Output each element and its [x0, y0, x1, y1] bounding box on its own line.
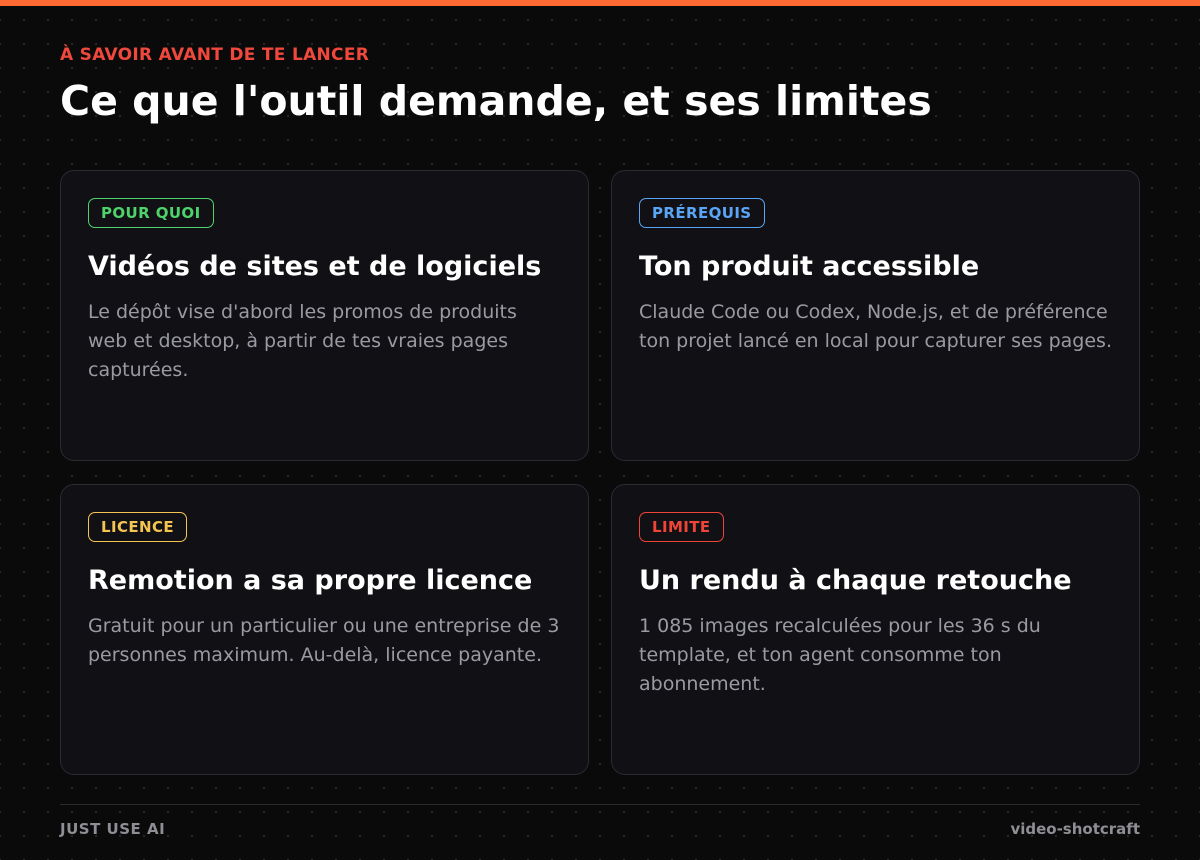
top-accent-bar [0, 0, 1200, 6]
card-description: 1 085 images recalculées pour les 36 s d… [639, 615, 1041, 695]
footer-project-name: video-shotcraft [1010, 820, 1140, 838]
badge-limite: LIMITE [639, 512, 724, 542]
card-description: Claude Code ou Codex, Node.js, et de pré… [639, 301, 1112, 352]
badge-licence: LICENCE [88, 512, 188, 542]
badge-prerequis: PRÉREQUIS [639, 198, 765, 228]
card-title: Ton produit accessible [639, 251, 980, 282]
card-description: Gratuit pour un particulier ou une entre… [88, 615, 560, 666]
card-description: Le dépôt vise d'abord les promos de prod… [88, 301, 517, 381]
footer-brand: JUST USE AI [60, 820, 166, 838]
card-pour-quoi: POUR QUOI Vidéos de sites et de logiciel… [60, 170, 589, 461]
badge-pour-quoi: POUR QUOI [88, 198, 214, 228]
card-title: Remotion a sa propre licence [88, 565, 533, 596]
card-limite: LIMITE Un rendu à chaque retouche 1 085 … [611, 484, 1140, 775]
card-title: Vidéos de sites et de logiciels [88, 251, 542, 282]
card-prerequis: PRÉREQUIS Ton produit accessible Claude … [611, 170, 1140, 461]
footer-divider [60, 804, 1140, 805]
page-title: Ce que l'outil demande, et ses limites [60, 77, 932, 125]
info-card-grid: POUR QUOI Vidéos de sites et de logiciel… [60, 170, 1140, 775]
card-title: Un rendu à chaque retouche [639, 565, 1072, 596]
eyebrow-label: À SAVOIR AVANT DE TE LANCER [60, 45, 370, 65]
card-licence: LICENCE Remotion a sa propre licence Gra… [60, 484, 589, 775]
